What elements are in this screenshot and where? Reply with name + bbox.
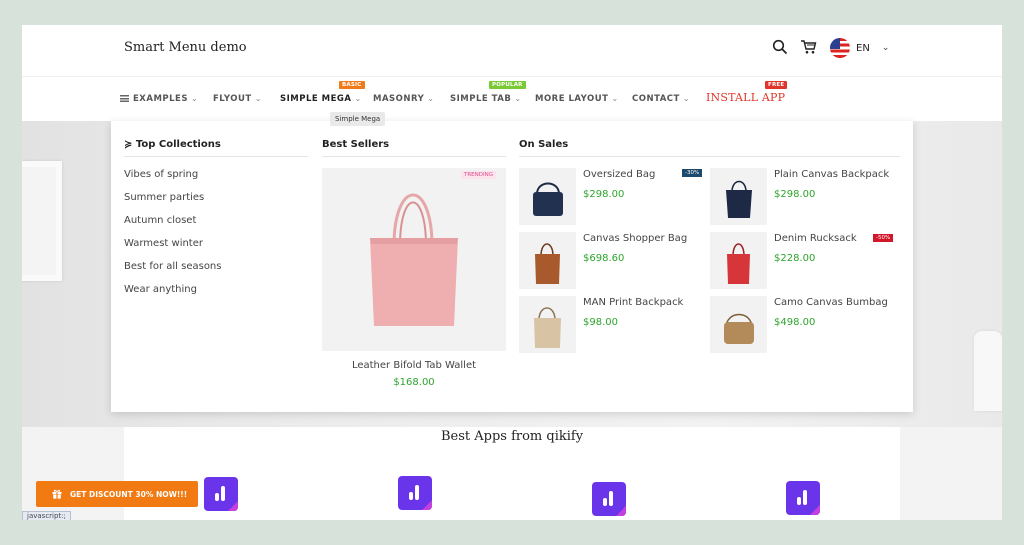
best-sellers-title: Best Sellers xyxy=(322,139,390,150)
chevron-down-icon: ⌄ xyxy=(354,94,362,103)
product-image[interactable] xyxy=(710,296,767,353)
product-price: $698.60 xyxy=(583,253,625,264)
on-sales-title: On Sales xyxy=(519,139,569,150)
app-icon[interactable] xyxy=(592,482,626,516)
canvas-shopper-bag-image xyxy=(535,243,560,284)
app-icon[interactable] xyxy=(786,481,820,515)
app-logo-icon xyxy=(215,486,225,501)
product-price: $498.00 xyxy=(774,317,816,328)
nav-item-simple-tab[interactable]: SIMPLE TAB ⌄ xyxy=(450,94,522,104)
divider xyxy=(519,156,900,157)
chevron-down-icon: ⌄ xyxy=(682,94,691,103)
app-icon[interactable] xyxy=(398,476,432,510)
camo-bumbag-image xyxy=(724,313,754,344)
app-logo-icon xyxy=(603,491,613,506)
product-image[interactable] xyxy=(519,296,576,353)
trending-badge: TRENDING xyxy=(460,171,496,179)
gift-icon xyxy=(52,489,62,499)
chevron-down-icon: ⌄ xyxy=(427,94,435,103)
nav-item-flyout[interactable]: FLYOUT ⌄ xyxy=(213,94,262,104)
search-icon[interactable] xyxy=(772,39,788,55)
site-brand[interactable]: Smart Menu demo xyxy=(124,40,247,55)
tote-bag-image xyxy=(370,193,458,326)
product-name[interactable]: Denim Rucksack xyxy=(774,233,857,244)
app-icon[interactable] xyxy=(204,477,238,511)
menu-icon xyxy=(120,95,129,102)
lower-background-right xyxy=(900,427,1002,520)
product-price: $298.00 xyxy=(774,189,816,200)
browser-status-bar: javascript:; xyxy=(22,511,71,520)
collection-link[interactable]: Best for all seasons xyxy=(124,261,221,272)
hero-vase xyxy=(974,331,1002,411)
oversized-bag-image xyxy=(533,182,563,216)
nav-item-examples[interactable]: EXAMPLES ⌄ xyxy=(120,94,198,104)
chevron-down-icon: ⌄ xyxy=(190,94,199,103)
product-name[interactable]: Camo Canvas Bumbag xyxy=(774,297,888,308)
nav-item-more-layout[interactable]: MORE LAYOUT ⌄ xyxy=(535,94,619,104)
nav-item-masonry[interactable]: MASONRY ⌄ xyxy=(373,94,434,104)
nav-item-install-app[interactable]: INSTALL APP xyxy=(706,91,785,104)
discount-badge: -30% xyxy=(682,169,703,177)
mega-menu-dropdown: ≽ Top Collections Vibes of spring Summer… xyxy=(111,121,913,412)
discount-button[interactable]: GET DISCOUNT 30% NOW!!! xyxy=(36,481,198,507)
best-seller-name[interactable]: Leather Bifold Tab Wallet xyxy=(322,360,506,371)
main-nav: EXAMPLES ⌄ FLYOUT ⌄ SIMPLE MEGA ⌄ BASIC MAS… xyxy=(22,78,1002,120)
divider xyxy=(124,156,308,157)
product-price: $98.00 xyxy=(583,317,618,328)
chevron-down-icon: ⌄ xyxy=(514,94,522,103)
product-image[interactable] xyxy=(710,168,767,225)
app-logo-icon xyxy=(409,485,419,500)
nav-item-contact[interactable]: CONTACT ⌄ xyxy=(632,94,690,104)
cart-icon[interactable] xyxy=(800,39,817,55)
chevron-down-icon: ⌄ xyxy=(254,94,262,103)
product-name[interactable]: Canvas Shopper Bag xyxy=(583,233,687,244)
collection-link[interactable]: Autumn closet xyxy=(124,215,196,226)
apps-section-title: Best Apps from qikify xyxy=(440,429,584,444)
site-header: Smart Menu demo EN ⌄ xyxy=(22,25,1002,77)
chevrons-up-icon: ≽ xyxy=(124,139,133,150)
collection-link[interactable]: Vibes of spring xyxy=(124,169,198,180)
app-logo-icon xyxy=(797,490,807,505)
product-price: $228.00 xyxy=(774,253,816,264)
discount-badge: -50% xyxy=(873,234,894,242)
nav-badge-free: FREE xyxy=(765,81,788,89)
product-image[interactable] xyxy=(519,232,576,289)
chevron-down-icon: ⌄ xyxy=(881,43,890,53)
canvas-backpack-image xyxy=(726,180,752,218)
hero-picture-frame xyxy=(22,161,62,281)
nav-item-simple-mega[interactable]: SIMPLE MEGA ⌄ xyxy=(280,94,362,104)
product-price: $298.00 xyxy=(583,189,625,200)
nav-tooltip: Simple Mega xyxy=(330,112,386,126)
top-collections-title: ≽ Top Collections xyxy=(124,139,221,150)
collection-link[interactable]: Warmest winter xyxy=(124,238,203,249)
nav-badge-popular: POPULAR xyxy=(489,81,526,89)
discount-label: GET DISCOUNT 30% NOW!!! xyxy=(70,489,188,499)
best-seller-image[interactable]: TRENDING xyxy=(322,168,506,351)
product-name[interactable]: MAN Print Backpack xyxy=(583,297,683,308)
nav-badge-basic: BASIC xyxy=(339,81,365,89)
man-print-backpack-image xyxy=(534,307,561,348)
collection-link[interactable]: Wear anything xyxy=(124,284,197,295)
product-name[interactable]: Plain Canvas Backpack xyxy=(774,169,889,180)
product-name[interactable]: Oversized Bag xyxy=(583,169,655,180)
denim-rucksack-image xyxy=(727,243,750,284)
best-seller-price: $168.00 xyxy=(393,377,435,388)
browser-viewport: Best Apps from qikify Smart Menu demo EN… xyxy=(22,25,1002,520)
collection-link[interactable]: Summer parties xyxy=(124,192,204,203)
product-image[interactable] xyxy=(519,168,576,225)
us-flag-icon xyxy=(830,38,850,58)
divider xyxy=(322,156,506,157)
chevron-down-icon: ⌄ xyxy=(611,94,619,103)
language-code: EN xyxy=(856,42,870,54)
product-image[interactable] xyxy=(710,232,767,289)
apps-section: Best Apps from qikify xyxy=(124,427,900,520)
language-selector[interactable]: EN ⌄ xyxy=(830,38,889,58)
